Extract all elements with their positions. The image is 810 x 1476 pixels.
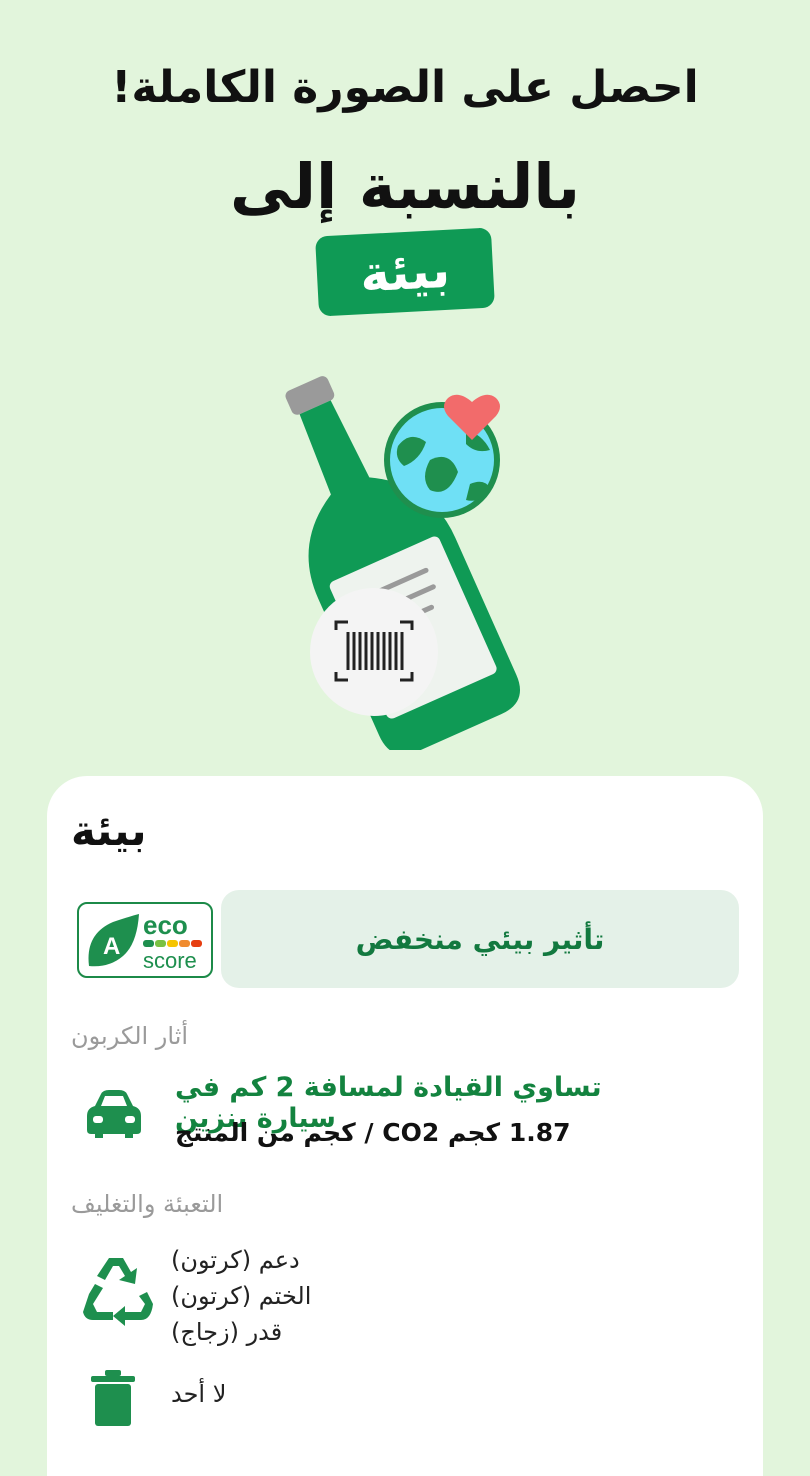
eco-score-word2: score [143,948,197,973]
carbon-value: 1.87 كجم CO2 / كجم من المنتج [175,1118,571,1147]
eco-score-word1: eco [143,910,188,940]
bottle-illustration [285,376,520,750]
category-tag: بيئة [315,227,495,317]
car-icon [87,1090,141,1138]
trash-icon [91,1370,135,1426]
carbon-section-label: أثار الكربون [71,1022,189,1050]
packaging-item: الختم (كرتون) [171,1282,312,1310]
packaging-list: دعم (كرتون) الختم (كرتون) قدر (زجاج) [171,1242,471,1350]
barcode-scan-icon [310,588,438,716]
environment-card: بيئة A eco score تأثير بيئي منخفض أثار ا… [47,776,763,1476]
eco-score-badge: A eco score [77,902,213,978]
recycle-icon [83,1258,153,1326]
packaging-item: قدر (زجاج) [171,1318,283,1346]
impact-label: تأثير بيئي منخفض [221,890,739,988]
headline-line1: احصل على الصورة الكاملة! [111,62,699,113]
packaging-section-label: التعبئة والتغليف [71,1190,224,1218]
headline-line2: بالنسبة إلى [230,150,580,223]
card-title: بيئة [71,806,147,855]
eco-score-grade: A [103,933,120,960]
eco-score-leaf-icon: A eco score [88,910,202,973]
packaging-item: دعم (كرتون) [171,1246,300,1274]
waste-label: لا أحد [171,1380,227,1408]
